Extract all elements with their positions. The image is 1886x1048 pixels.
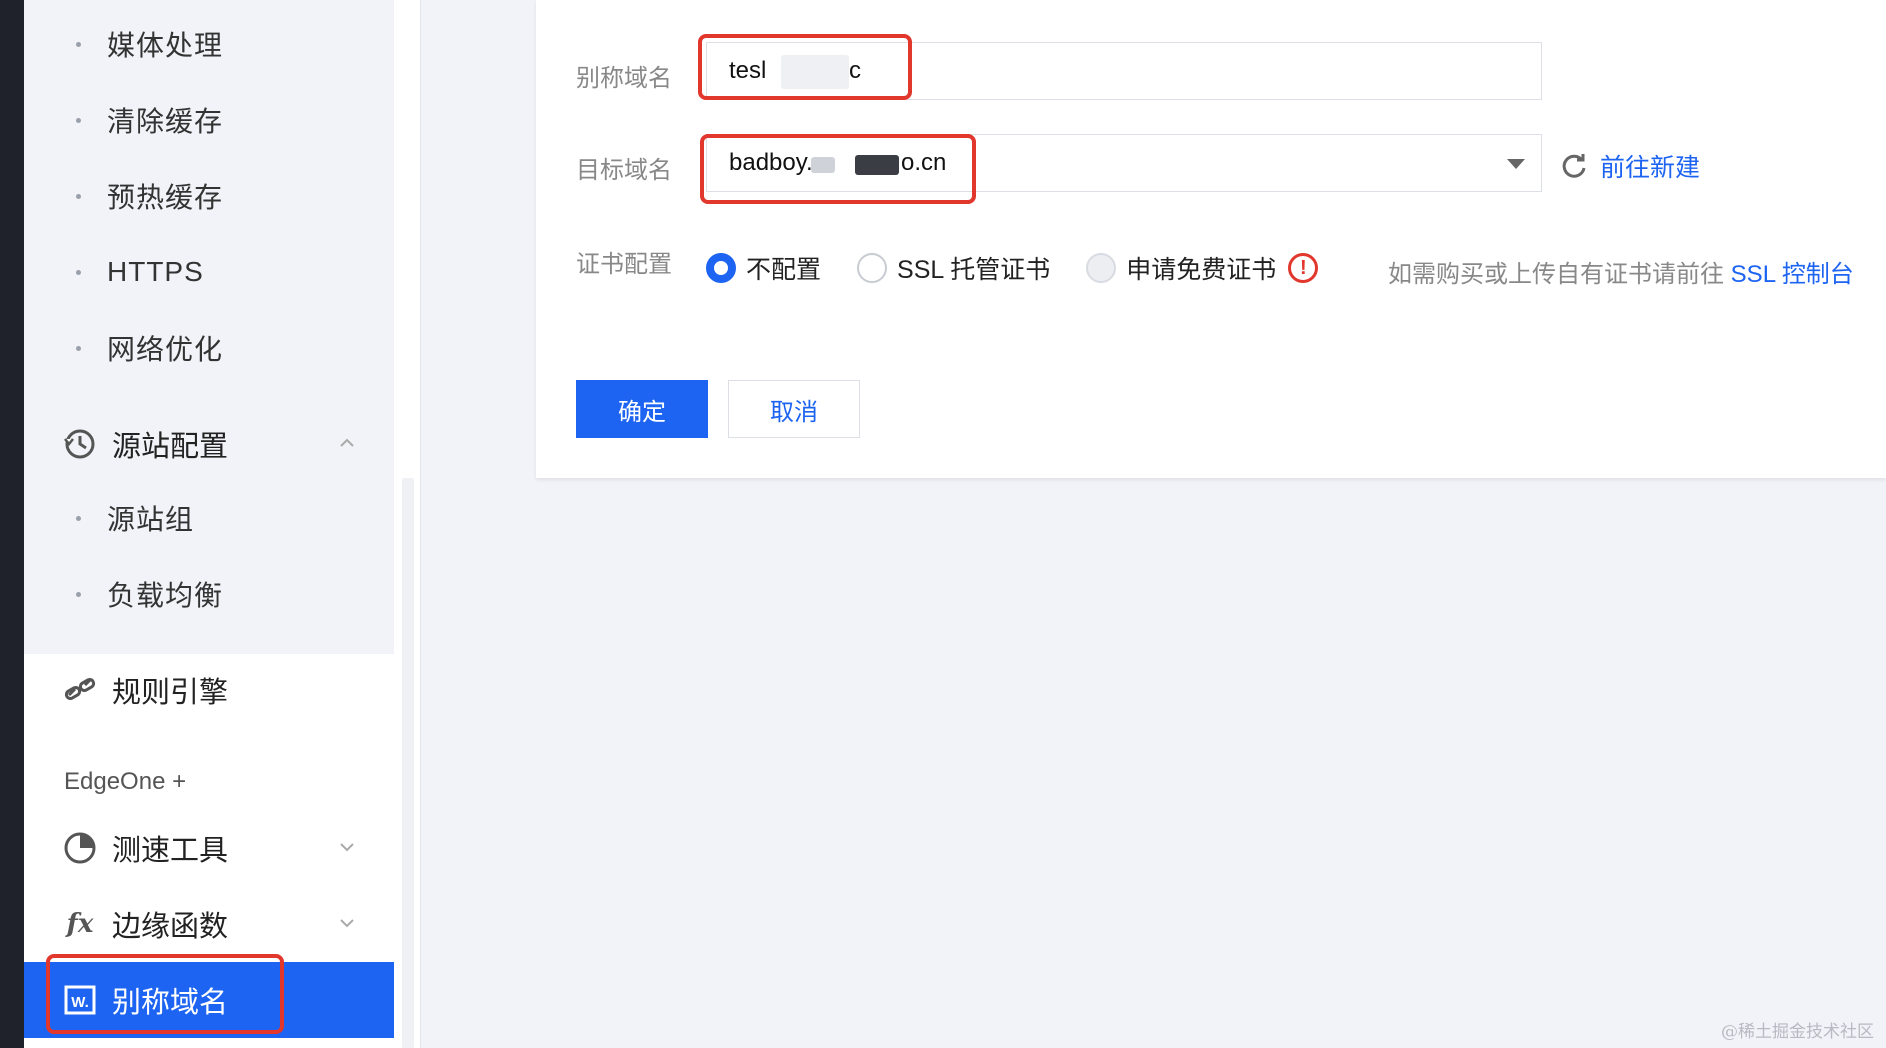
refresh-icon [1562, 154, 1586, 178]
app-edge-strip [0, 0, 24, 1048]
target-domain-label: 目标域名 [576, 157, 672, 184]
bullet-icon [76, 345, 81, 351]
sidebar-item-label: 规则引擎 [112, 677, 229, 709]
chevron-down-icon [340, 843, 354, 852]
sidebar-item-purge-cache[interactable]: 清除缓存 [24, 90, 394, 150]
highlight-box [700, 134, 976, 204]
chevron-up-icon [340, 438, 354, 447]
sidebar-group-label: 源站配置 [112, 431, 229, 463]
sidebar-item-label: HTTPS [107, 256, 204, 287]
ssl-console-link[interactable]: SSL 控制台 [1731, 261, 1854, 288]
sidebar-section-label: EdgeOne + [64, 768, 187, 795]
bullet-icon [76, 515, 81, 521]
cert-hint: 如需购买或上传自有证书请前往 SSL 控制台 [1388, 254, 1854, 289]
highlight-box [698, 34, 912, 100]
sidebar-item-label: 网络优化 [107, 334, 224, 365]
radio-label: SSL 托管证书 [897, 256, 1051, 284]
confirm-button[interactable]: 确定 [576, 380, 708, 438]
create-new-link[interactable]: 前往新建 [1560, 148, 1700, 184]
cancel-button[interactable]: 取消 [728, 380, 860, 438]
link-icon [62, 672, 98, 708]
sidebar-group-origin-config[interactable]: 源站配置 [24, 412, 394, 476]
warning-icon[interactable]: ! [1288, 253, 1319, 283]
radio-checked-icon[interactable] [706, 253, 736, 283]
alias-domain-form-card: 别称域名 tesl c 目标域名 badboy. o.cn 前往新建 证书配置 … [536, 0, 1886, 478]
bullet-icon [76, 591, 81, 597]
sidebar-item-label: 负载均衡 [107, 580, 224, 611]
radio-no-cert[interactable]: 不配置 [706, 250, 821, 286]
radio-ssl-hosted-cert[interactable]: SSL 托管证书 [857, 250, 1050, 286]
sidebar-item-load-balance[interactable]: 负载均衡 [24, 564, 394, 624]
pie-chart-icon [62, 830, 98, 866]
sidebar-item-origin-group[interactable]: 源站组 [24, 488, 394, 548]
cert-config-label: 证书配置 [576, 251, 672, 278]
sidebar-group-edge-functions[interactable]: fx 边缘函数 [24, 892, 394, 956]
sidebar-item-label: 清除缓存 [107, 106, 224, 137]
sidebar-item-label: 源站组 [107, 504, 195, 535]
sidebar-scrollbar-thumb[interactable] [402, 478, 414, 1048]
sidebar-item-https[interactable]: HTTPS [24, 242, 394, 302]
radio-label: 申请免费证书 [1126, 256, 1277, 284]
sidebar-item-network-optimization[interactable]: 网络优化 [24, 318, 394, 378]
sidebar-group-label: 边缘函数 [112, 911, 229, 943]
bullet-icon [76, 41, 81, 47]
chevron-down-icon [340, 919, 354, 928]
sidebar-item-label: 媒体处理 [107, 30, 224, 61]
sidebar-item-prefetch-cache[interactable]: 预热缓存 [24, 166, 394, 226]
cert-hint-text: 如需购买或上传自有证书请前往 [1388, 261, 1724, 288]
history-icon [62, 426, 98, 462]
sidebar-item-media[interactable]: 媒体处理 [24, 14, 394, 74]
bullet-icon [76, 193, 81, 199]
sidebar: 媒体处理 清除缓存 预热缓存 HTTPS 网络优化 源站配置 源站组 负载均衡 … [24, 0, 394, 1048]
sidebar-item-label: 预热缓存 [107, 182, 224, 213]
dropdown-arrow-icon[interactable] [1507, 159, 1525, 169]
radio-label: 不配置 [746, 256, 822, 284]
radio-unchecked-icon[interactable] [857, 253, 888, 283]
cert-radio-group: 不配置 SSL 托管证书 申请免费证书 ! [706, 250, 1319, 286]
create-new-link-label: 前往新建 [1600, 154, 1701, 182]
highlight-box [46, 954, 284, 1034]
bullet-icon [76, 117, 81, 123]
alias-domain-label: 别称域名 [576, 65, 672, 92]
sidebar-group-speed-test[interactable]: 测速工具 [24, 816, 394, 880]
radio-disabled-icon [1086, 253, 1117, 283]
bullet-icon [76, 269, 81, 275]
sidebar-group-label: 测速工具 [112, 835, 229, 867]
sidebar-item-rules-engine[interactable]: 规则引擎 [24, 658, 394, 722]
fx-icon: fx [66, 909, 94, 939]
watermark: @稀土掘金技术社区 [1721, 1022, 1874, 1042]
radio-free-cert[interactable]: 申请免费证书 ! [1086, 250, 1319, 286]
